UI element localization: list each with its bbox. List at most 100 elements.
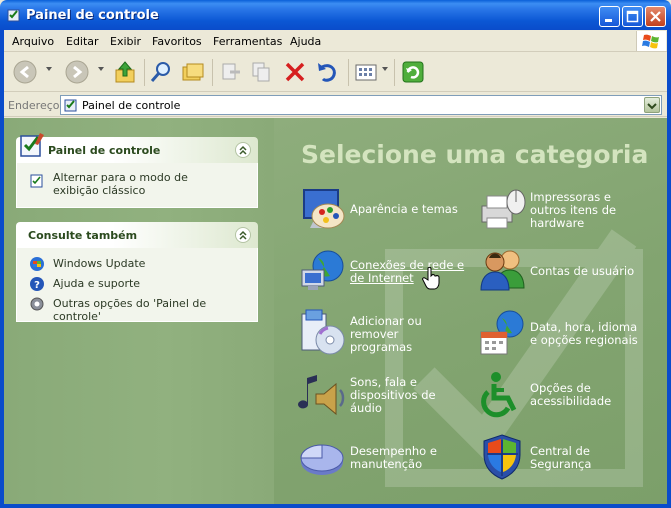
appearance-themes-icon bbox=[303, 189, 345, 229]
category-label: Sons, fala e dispositivos de áudio bbox=[350, 375, 436, 415]
classic-view-link[interactable]: Alternar para o modo de exibição clássic… bbox=[53, 171, 233, 197]
minimize-button[interactable] bbox=[599, 6, 620, 27]
folder-up-icon bbox=[115, 61, 135, 83]
help-support-link[interactable]: Ajuda e suporte bbox=[53, 277, 140, 290]
forward-button[interactable] bbox=[64, 59, 90, 85]
control-panel-box-header[interactable]: Painel de controle bbox=[16, 137, 258, 163]
performance-pie-icon bbox=[300, 444, 344, 475]
windows-logo-icon bbox=[636, 31, 666, 51]
category-network-internet[interactable]: Conexões de rede e de Internet bbox=[298, 246, 478, 302]
forward-arrow-icon bbox=[65, 60, 89, 84]
back-button[interactable] bbox=[12, 59, 38, 85]
category-label: Opções de acessibilidade bbox=[530, 381, 612, 408]
delete-button[interactable] bbox=[282, 59, 308, 85]
network-globe-icon bbox=[301, 250, 344, 290]
category-pane: Selecione uma categoria Aparência e tema… bbox=[274, 118, 667, 504]
control-panel-box-body: Alternar para o modo de exibição clássic… bbox=[16, 163, 258, 208]
go-button[interactable] bbox=[400, 59, 426, 85]
collapse-button[interactable] bbox=[235, 142, 251, 158]
menu-arquivo[interactable]: Arquivo bbox=[12, 35, 54, 48]
category-label: Central de Segurança bbox=[530, 444, 592, 471]
folders-button[interactable] bbox=[180, 59, 206, 85]
chevron-up-icon bbox=[239, 145, 247, 155]
category-label: Desempenho e manutenção bbox=[350, 444, 437, 471]
menu-editar[interactable]: Editar bbox=[66, 35, 99, 48]
close-button[interactable] bbox=[645, 6, 666, 27]
page-title: Selecione uma categoria bbox=[301, 140, 649, 169]
title-bar[interactable]: Painel de controle bbox=[0, 0, 671, 30]
folders-icon bbox=[182, 63, 204, 81]
collapse-button[interactable] bbox=[235, 227, 251, 243]
category-appearance[interactable]: Aparência e temas bbox=[298, 184, 478, 240]
category-label: Conexões de rede e de Internet bbox=[350, 258, 465, 285]
menu-favoritos[interactable]: Favoritos bbox=[152, 35, 202, 48]
control-panel-box-title: Painel de controle bbox=[48, 144, 161, 157]
toolbar-separator bbox=[394, 59, 395, 86]
address-value: Painel de controle bbox=[82, 99, 181, 112]
category-sounds-audio[interactable]: Sons, fala e dispositivos de áudio bbox=[298, 370, 478, 426]
up-button[interactable] bbox=[112, 59, 138, 85]
category-label: Aparência e temas bbox=[350, 202, 458, 216]
toolbar-separator bbox=[144, 59, 145, 86]
address-field[interactable]: Painel de controle bbox=[60, 95, 662, 115]
control-panel-icon bbox=[20, 133, 44, 157]
toolbar-separator bbox=[212, 59, 213, 86]
hand-cursor-icon bbox=[422, 266, 440, 290]
category-performance-maintenance[interactable]: Desempenho e manutenção bbox=[298, 432, 478, 488]
category-printers-hardware[interactable]: Impressoras e outros itens de hardware bbox=[478, 184, 658, 240]
window-frame-right bbox=[667, 30, 671, 508]
gear-icon bbox=[30, 297, 44, 311]
category-label: Contas de usuário bbox=[530, 264, 635, 278]
window-frame-bottom bbox=[0, 504, 671, 508]
category-security-center[interactable]: Central de Segurança bbox=[478, 432, 658, 488]
views-icon bbox=[355, 64, 377, 81]
add-remove-programs-icon bbox=[301, 309, 345, 355]
category-user-accounts[interactable]: Contas de usuário bbox=[478, 246, 658, 302]
date-time-globe-icon bbox=[480, 310, 524, 355]
views-button[interactable] bbox=[353, 59, 379, 85]
category-add-remove-programs[interactable]: Adicionar ou remover programas bbox=[298, 308, 478, 364]
search-icon bbox=[150, 62, 170, 82]
views-dropdown-icon[interactable] bbox=[382, 67, 388, 71]
maximize-button[interactable] bbox=[622, 6, 643, 27]
see-also-box-header[interactable]: Consulte também bbox=[16, 222, 258, 248]
window: Painel de controle Arquivo Editar Exibir… bbox=[0, 0, 671, 508]
accessibility-wheelchair-icon bbox=[481, 372, 517, 418]
address-dropdown-button[interactable] bbox=[644, 97, 660, 113]
windows-update-link[interactable]: Windows Update bbox=[53, 257, 145, 270]
maximize-icon bbox=[626, 10, 639, 23]
category-label: Impressoras e outros itens de hardware bbox=[530, 190, 617, 230]
control-panel-icon bbox=[64, 99, 77, 112]
address-label: Endereço bbox=[8, 99, 60, 112]
move-to-icon bbox=[222, 63, 240, 80]
menu-ajuda[interactable]: Ajuda bbox=[290, 35, 321, 48]
copy-to-icon bbox=[252, 62, 270, 82]
category-accessibility[interactable]: Opções de acessibilidade bbox=[478, 370, 658, 426]
move-to-button[interactable] bbox=[218, 59, 244, 85]
undo-button[interactable] bbox=[314, 59, 340, 85]
window-title: Painel de controle bbox=[26, 8, 159, 23]
toolbar bbox=[4, 53, 667, 92]
chevron-down-icon bbox=[647, 103, 657, 110]
menu-exibir[interactable]: Exibir bbox=[110, 35, 141, 48]
task-pane: Painel de controle Alternar para o modo … bbox=[4, 118, 274, 504]
forward-dropdown-icon[interactable] bbox=[98, 67, 104, 71]
menu-ferramentas[interactable]: Ferramentas bbox=[213, 35, 282, 48]
back-dropdown-icon[interactable] bbox=[46, 67, 52, 71]
other-options-link[interactable]: Outras opções do 'Painel de controle' bbox=[53, 297, 257, 323]
menu-bar: Arquivo Editar Exibir Favoritos Ferramen… bbox=[4, 30, 667, 52]
windows-update-icon bbox=[30, 257, 44, 271]
toolbar-separator bbox=[348, 59, 349, 86]
category-date-time-language[interactable]: Data, hora, idioma e opções regionais bbox=[478, 308, 658, 364]
copy-to-button[interactable] bbox=[249, 59, 275, 85]
help-icon: ? bbox=[30, 277, 44, 291]
printer-hardware-icon bbox=[481, 189, 526, 229]
control-panel-icon bbox=[7, 9, 20, 22]
minimize-icon bbox=[605, 19, 612, 22]
svg-text:?: ? bbox=[34, 280, 40, 291]
undo-icon bbox=[318, 63, 336, 82]
user-accounts-icon bbox=[480, 250, 525, 291]
back-arrow-icon bbox=[13, 60, 37, 84]
content-area: Painel de controle Alternar para o modo … bbox=[4, 118, 667, 504]
search-button[interactable] bbox=[148, 59, 174, 85]
